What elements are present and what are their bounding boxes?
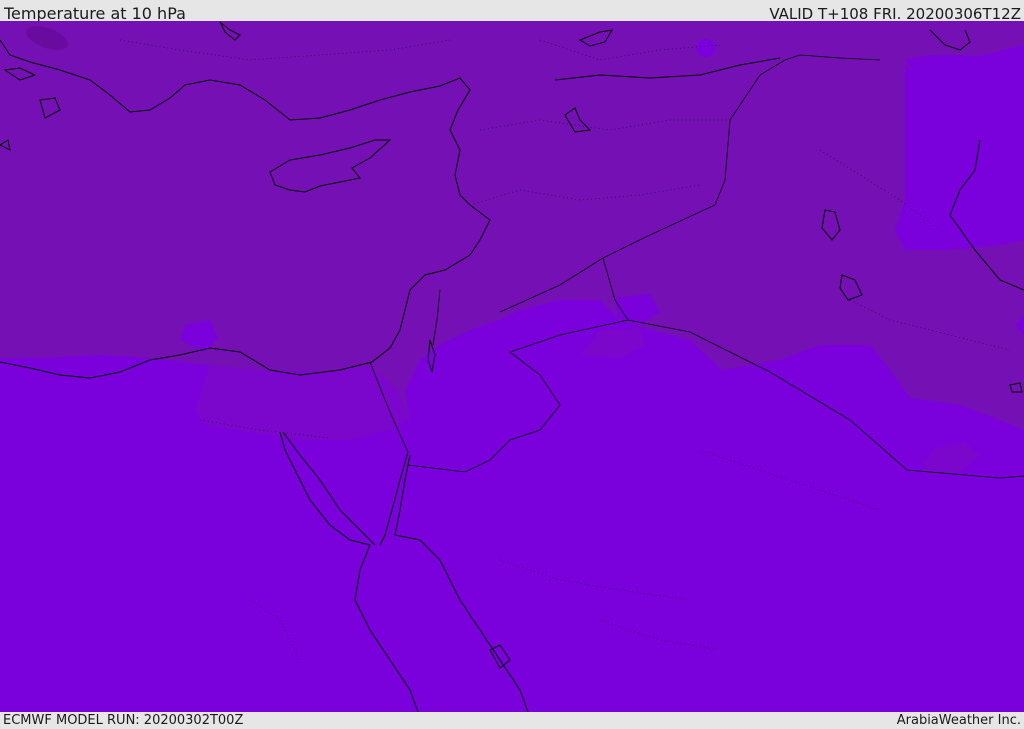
temperature-map bbox=[0, 21, 1024, 712]
header-bar: Temperature at 10 hPa VALID T+108 FRI. 2… bbox=[0, 0, 1024, 23]
footer-bar: ECMWF MODEL RUN: 20200302T00Z ArabiaWeat… bbox=[0, 712, 1024, 729]
temperature-pocket-warm bbox=[696, 39, 716, 57]
model-run: ECMWF MODEL RUN: 20200302T00Z bbox=[3, 713, 244, 728]
credit: ArabiaWeather Inc. bbox=[896, 713, 1021, 728]
map-area bbox=[0, 21, 1024, 712]
